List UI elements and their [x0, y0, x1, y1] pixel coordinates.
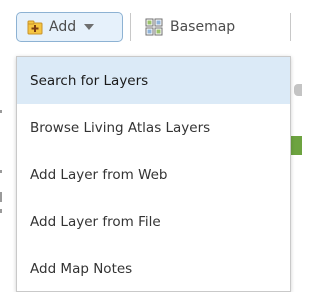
add-button[interactable]: Add — [16, 12, 123, 42]
chevron-down-icon — [84, 24, 95, 30]
menu-item-label: Browse Living Atlas Layers — [30, 119, 211, 136]
edge-mark — [0, 110, 2, 113]
menu-item-add-layer-from-file[interactable]: Add Layer from File — [17, 198, 290, 245]
basemap-button[interactable]: Basemap — [145, 12, 235, 42]
menu-item-add-layer-from-web[interactable]: Add Layer from Web — [17, 151, 290, 198]
menu-item-label: Search for Layers — [30, 72, 149, 89]
add-button-label: Add — [49, 19, 77, 35]
green-panel-edge — [291, 136, 302, 155]
add-dropdown-menu: Search for Layers Browse Living Atlas La… — [16, 56, 291, 292]
toolbar-separator — [290, 13, 291, 41]
menu-item-search-for-layers[interactable]: Search for Layers — [17, 57, 290, 104]
toolbar: Add Basemap — [0, 0, 302, 50]
menu-item-label: Add Layer from File — [30, 213, 161, 230]
panel-edge-knob — [294, 84, 302, 96]
add-layer-icon — [27, 20, 43, 35]
menu-item-add-map-notes[interactable]: Add Map Notes — [17, 245, 290, 292]
menu-item-label: Add Map Notes — [30, 260, 133, 277]
edge-mark — [0, 170, 2, 173]
basemap-label: Basemap — [170, 19, 236, 35]
menu-item-browse-living-atlas-layers[interactable]: Browse Living Atlas Layers — [17, 104, 290, 151]
edge-mark — [0, 192, 2, 202]
menu-item-label: Add Layer from Web — [30, 166, 168, 183]
toolbar-separator — [130, 13, 131, 41]
basemap-grid-icon — [145, 18, 163, 36]
edge-mark — [0, 209, 2, 213]
